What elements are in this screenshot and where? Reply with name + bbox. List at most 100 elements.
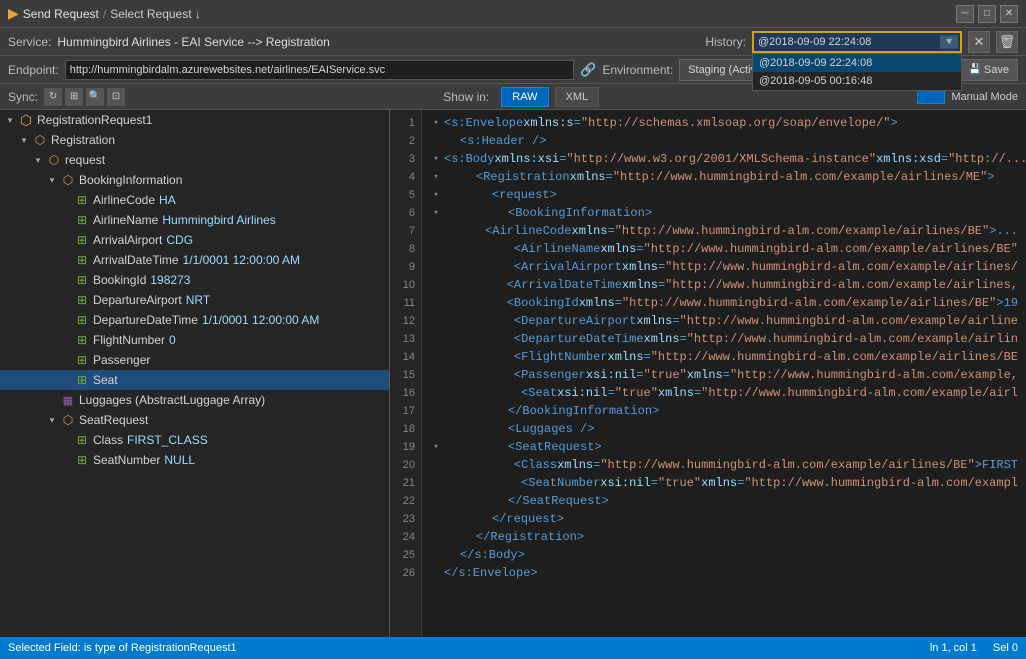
tree-item-6[interactable]: ⊞ ArrivalAirport CDG xyxy=(0,230,389,250)
tab-raw[interactable]: RAW xyxy=(501,87,548,107)
history-clear-button[interactable]: ✕ xyxy=(968,31,990,53)
tree-item-5[interactable]: ⊞ AirlineName Hummingbird Airlines xyxy=(0,210,389,230)
ta11 xyxy=(60,334,72,346)
ln-22: 22 xyxy=(390,492,421,510)
ti11: ⊞ xyxy=(74,332,90,348)
tree-item-12[interactable]: ⊞ Passenger xyxy=(0,350,389,370)
tree-item-9[interactable]: ⊞ DepartureAirport NRT xyxy=(0,290,389,310)
ln-25: 25 xyxy=(390,546,421,564)
tree-icon-root: ⬡ xyxy=(18,112,34,128)
til: ▦ xyxy=(60,392,76,408)
ti7: ⊞ xyxy=(74,252,90,268)
history-selected-text: @2018-09-09 22:24:08 xyxy=(758,36,871,48)
restore-button[interactable]: □ xyxy=(978,5,996,23)
sync-label: Sync: xyxy=(8,90,38,104)
title-sub: Select Request ↓ xyxy=(110,7,201,21)
service-row: Service: Hummingbird Airlines - EAI Serv… xyxy=(0,28,1026,56)
tree-item-seat[interactable]: ⊞ Seat xyxy=(0,370,389,390)
tree-item-3[interactable]: ▾ ⬡ BookingInformation xyxy=(0,170,389,190)
fold-4[interactable]: ▾ xyxy=(430,171,442,183)
tree-item-2[interactable]: ▾ ⬡ request xyxy=(0,150,389,170)
tree-item-11[interactable]: ⊞ FlightNumber 0 xyxy=(0,330,389,350)
tree-item-1[interactable]: ▾ ⬡ Registration xyxy=(0,130,389,150)
tree-icon-3: ⬡ xyxy=(60,172,76,188)
tree-item-0[interactable]: ▾ ⬡ RegistrationRequest1 xyxy=(0,110,389,130)
tal xyxy=(46,394,58,406)
history-delete-button[interactable]: 🗑 xyxy=(996,31,1018,53)
show-in-label: Show in: xyxy=(443,90,489,104)
history-item-0[interactable]: @2018-09-09 22:24:08 xyxy=(753,54,961,72)
ta12 xyxy=(60,354,72,366)
ln-1: 1 xyxy=(390,114,421,132)
endpoint-icon[interactable]: 🔗 xyxy=(580,62,596,78)
sync-filter-icon[interactable]: ⊡ xyxy=(107,88,125,106)
history-dropdown-container[interactable]: @2018-09-09 22:24:08 ▼ @2018-09-09 22:24… xyxy=(752,31,962,53)
history-dropdown-panel: @2018-09-09 22:24:08 @2018-09-05 00:16:4… xyxy=(752,53,962,91)
manual-mode-toggle[interactable] xyxy=(917,90,945,104)
tree-item-7[interactable]: ⊞ ArrivalDateTime 1/1/0001 12:00:00 AM xyxy=(0,250,389,270)
tvsn: NULL xyxy=(164,453,195,467)
tv7: 1/1/0001 12:00:00 AM xyxy=(183,253,300,267)
close-button[interactable]: ✕ xyxy=(1000,5,1018,23)
tasn xyxy=(60,454,72,466)
tree-name-3: BookingInformation xyxy=(79,173,182,187)
save-button[interactable]: 💾 Save xyxy=(959,59,1018,81)
ta6 xyxy=(60,234,72,246)
history-item-1[interactable]: @2018-09-05 00:16:48 xyxy=(753,72,961,90)
endpoint-input[interactable] xyxy=(65,60,575,80)
status-position: ln 1, col 1 xyxy=(930,642,977,654)
fold-1[interactable]: ▾ xyxy=(430,117,442,129)
code-line-15: ▾ <Passenger xsi:nil="true" xmlns="http:… xyxy=(430,366,1018,384)
ln-17: 17 xyxy=(390,402,421,420)
tasr: ▾ xyxy=(46,414,58,426)
sync-search-icon[interactable]: 🔍 xyxy=(86,88,104,106)
tree-item-10[interactable]: ⊞ DepartureDateTime 1/1/0001 12:00:00 AM xyxy=(0,310,389,330)
fold-3[interactable]: ▾ xyxy=(430,153,442,165)
code-line-6: ▾ <BookingInformation> xyxy=(430,204,1018,222)
tn7: ArrivalDateTime xyxy=(93,253,179,267)
title-send: Send Request xyxy=(23,7,99,21)
fold-5[interactable]: ▾ xyxy=(430,189,442,201)
code-line-7: ▾ <AirlineCode xmlns="http://www.humming… xyxy=(430,222,1018,240)
ln-11: 11 xyxy=(390,294,421,312)
tree-item-4[interactable]: ⊞ AirlineCode HA xyxy=(0,190,389,210)
ti9: ⊞ xyxy=(74,292,90,308)
tv9: NRT xyxy=(186,293,210,307)
ln-20: 20 xyxy=(390,456,421,474)
ln-21: 21 xyxy=(390,474,421,492)
ln-3: 3 xyxy=(390,150,421,168)
sync-grid-icon[interactable]: ⊞ xyxy=(65,88,83,106)
history-selected[interactable]: @2018-09-09 22:24:08 ▼ xyxy=(752,31,962,53)
tree-item-8[interactable]: ⊞ BookingId 198273 xyxy=(0,270,389,290)
tisn: ⊞ xyxy=(74,452,90,468)
main-content: ▾ ⬡ RegistrationRequest1 ▾ ⬡ Registratio… xyxy=(0,110,1026,637)
tree-name-2: request xyxy=(65,153,105,167)
fold-6[interactable]: ▾ xyxy=(430,207,442,219)
tree-item-luggages[interactable]: ▦ Luggages (AbstractLuggage Array) xyxy=(0,390,389,410)
ln-12: 12 xyxy=(390,312,421,330)
ln-24: 24 xyxy=(390,528,421,546)
sync-refresh-icon[interactable]: ↻ xyxy=(44,88,62,106)
fold-19[interactable]: ▾ xyxy=(430,441,442,453)
tv6: CDG xyxy=(166,233,193,247)
tv11: 0 xyxy=(169,333,176,347)
tree-item-seatnum[interactable]: ⊞ SeatNumber NULL xyxy=(0,450,389,470)
save-label: Save xyxy=(984,64,1009,76)
tis: ⊞ xyxy=(74,372,90,388)
ln-15: 15 xyxy=(390,366,421,384)
tv10: 1/1/0001 12:00:00 AM xyxy=(202,313,319,327)
code-line-3: ▾ <s:Body xmlns:xsi="http://www.w3.org/2… xyxy=(430,150,1018,168)
minimize-button[interactable]: ─ xyxy=(956,5,974,23)
tree-item-class[interactable]: ⊞ Class FIRST_CLASS xyxy=(0,430,389,450)
ln-19: 19 xyxy=(390,438,421,456)
tree-item-seatreq[interactable]: ▾ ⬡ SeatRequest xyxy=(0,410,389,430)
ti12: ⊞ xyxy=(74,352,90,368)
code-line-18: ▾ <Luggages /> xyxy=(430,420,1018,438)
tab-xml[interactable]: XML xyxy=(555,87,600,107)
ln-14: 14 xyxy=(390,348,421,366)
tn10: DepartureDateTime xyxy=(93,313,198,327)
endpoint-label: Endpoint: xyxy=(8,63,59,77)
tn12: Passenger xyxy=(93,353,150,367)
tree-name-1: Registration xyxy=(51,133,115,147)
code-line-2: ▾ <s:Header /> xyxy=(430,132,1018,150)
